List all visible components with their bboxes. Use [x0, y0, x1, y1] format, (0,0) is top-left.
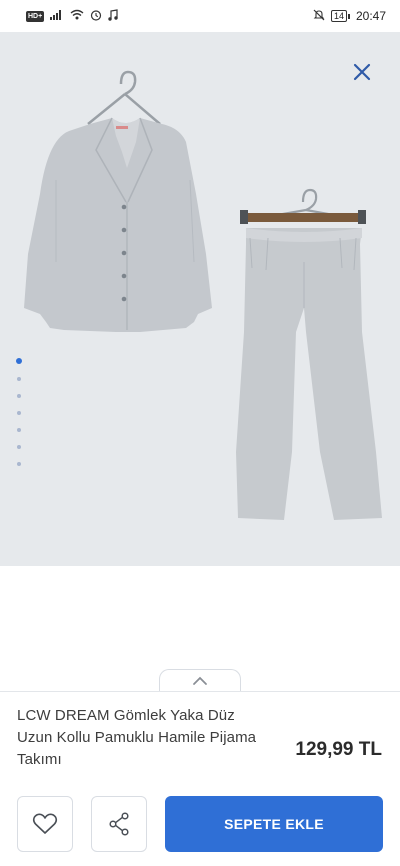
music-icon	[108, 8, 118, 24]
product-image	[24, 70, 382, 520]
share-button[interactable]	[91, 796, 147, 852]
favorite-button[interactable]	[17, 796, 73, 852]
pagination-dot-active[interactable]	[16, 358, 22, 364]
status-bar: HD+ 14 20:47	[0, 0, 400, 32]
pagination-dot[interactable]	[17, 394, 21, 398]
hd-badge: HD+	[26, 10, 45, 22]
product-image-gallery[interactable]	[0, 32, 400, 566]
battery-level: 14	[330, 10, 347, 22]
close-icon	[353, 63, 371, 81]
share-icon	[109, 812, 129, 836]
pagination-dot[interactable]	[17, 411, 21, 415]
add-to-cart-button[interactable]: SEPETE EKLE	[165, 796, 383, 852]
pagination-dot[interactable]	[17, 445, 21, 449]
product-price: 129,99 TL	[295, 739, 382, 760]
pagination-dot[interactable]	[17, 377, 21, 381]
status-right: 14 20:47	[313, 9, 386, 24]
product-title: LCW DREAM Gömlek Yaka Düz Uzun Kollu Pam…	[17, 707, 257, 768]
product-info-panel: LCW DREAM Gömlek Yaka Düz Uzun Kollu Pam…	[0, 566, 400, 866]
close-button[interactable]	[348, 58, 376, 86]
battery-icon: 14	[330, 10, 350, 22]
clock: 20:47	[355, 9, 386, 23]
expand-handle[interactable]	[159, 669, 241, 691]
pagination-dot[interactable]	[17, 462, 21, 466]
pajama-top	[24, 117, 212, 332]
chevron-up-icon	[193, 676, 207, 685]
pagination-dot[interactable]	[17, 428, 21, 432]
mute-icon	[313, 9, 325, 24]
alarm-icon	[90, 9, 102, 24]
heart-icon	[32, 813, 58, 834]
signal-icon	[50, 9, 64, 23]
wifi-icon	[70, 9, 84, 23]
pajama-bottom	[236, 228, 382, 520]
status-left: HD+	[26, 8, 118, 24]
divider	[0, 691, 400, 692]
hanger-icon	[87, 70, 161, 125]
